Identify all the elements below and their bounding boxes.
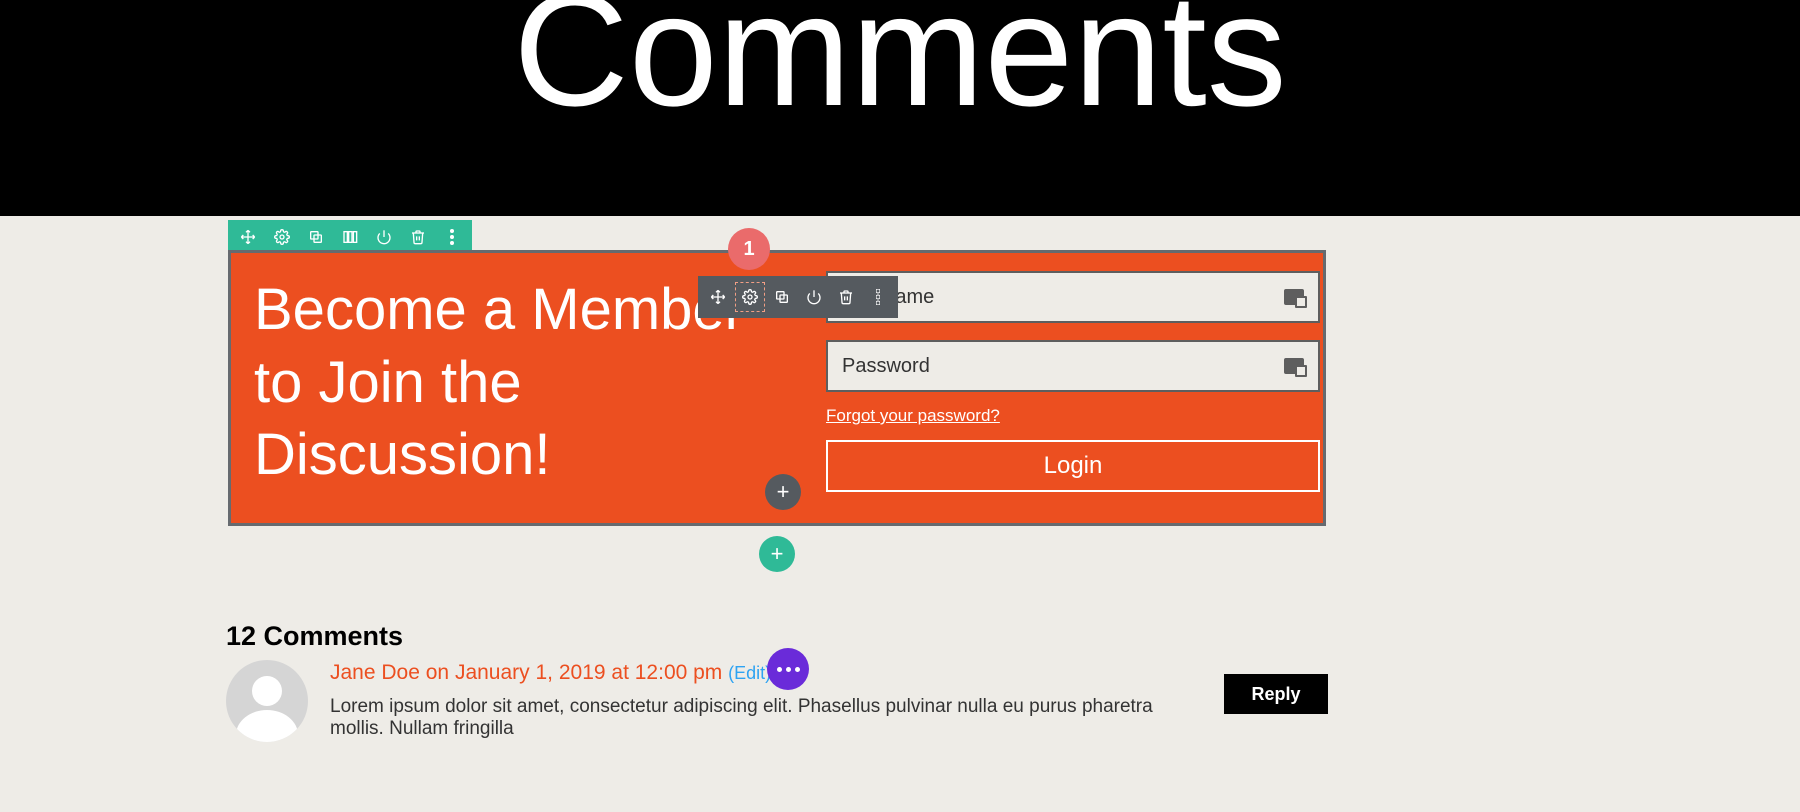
dot-icon xyxy=(795,667,800,672)
reply-label: Reply xyxy=(1251,684,1300,705)
duplicate-icon[interactable] xyxy=(304,225,328,249)
lastpass-icon[interactable] xyxy=(1284,289,1304,305)
trash-icon[interactable] xyxy=(834,285,858,309)
columns-icon[interactable] xyxy=(338,225,362,249)
membership-headline: Become a Member to Join the Discussion! xyxy=(254,274,774,492)
reply-button[interactable]: Reply xyxy=(1224,674,1328,714)
gear-icon[interactable] xyxy=(738,285,762,309)
avatar xyxy=(226,660,308,742)
trash-icon[interactable] xyxy=(406,225,430,249)
duplicate-icon[interactable] xyxy=(770,285,794,309)
more-icon[interactable] xyxy=(866,285,890,309)
move-icon[interactable] xyxy=(236,225,260,249)
dot-icon xyxy=(786,667,791,672)
comment-meta: Jane Doe on January 1, 2019 at 12:00 pm … xyxy=(330,661,771,685)
comment-on: on xyxy=(426,661,449,684)
row-toolbar xyxy=(228,220,472,254)
comments-heading: 12 Comments xyxy=(226,621,403,652)
username-input[interactable]: Username xyxy=(826,271,1320,323)
edit-link[interactable]: (Edit) xyxy=(728,663,771,683)
power-icon[interactable] xyxy=(802,285,826,309)
add-row-button[interactable]: + xyxy=(759,536,795,572)
forgot-password-link[interactable]: Forgot your password? xyxy=(826,406,1000,426)
lastpass-icon[interactable] xyxy=(1284,358,1304,374)
module-toolbar xyxy=(698,276,898,318)
plus-icon: + xyxy=(777,479,790,505)
toolbar-badge: 1 xyxy=(728,228,770,270)
comment-date[interactable]: January 1, 2019 at 12:00 pm xyxy=(455,661,722,684)
page-title: Comments xyxy=(0,0,1800,130)
builder-fab[interactable] xyxy=(767,648,809,690)
login-label: Login xyxy=(1044,452,1103,480)
password-placeholder: Password xyxy=(842,355,930,378)
password-input[interactable]: Password xyxy=(826,340,1320,392)
comment-body: Lorem ipsum dolor sit amet, consectetur … xyxy=(330,696,1210,740)
add-column-button[interactable]: + xyxy=(765,474,801,510)
gear-icon[interactable] xyxy=(270,225,294,249)
power-icon[interactable] xyxy=(372,225,396,249)
comment-author[interactable]: Jane Doe xyxy=(330,661,420,684)
plus-icon: + xyxy=(771,541,784,567)
more-icon[interactable] xyxy=(440,225,464,249)
hero-section: Comments xyxy=(0,0,1800,216)
move-icon[interactable] xyxy=(706,285,730,309)
dot-icon xyxy=(777,667,782,672)
login-button[interactable]: Login xyxy=(826,440,1320,492)
